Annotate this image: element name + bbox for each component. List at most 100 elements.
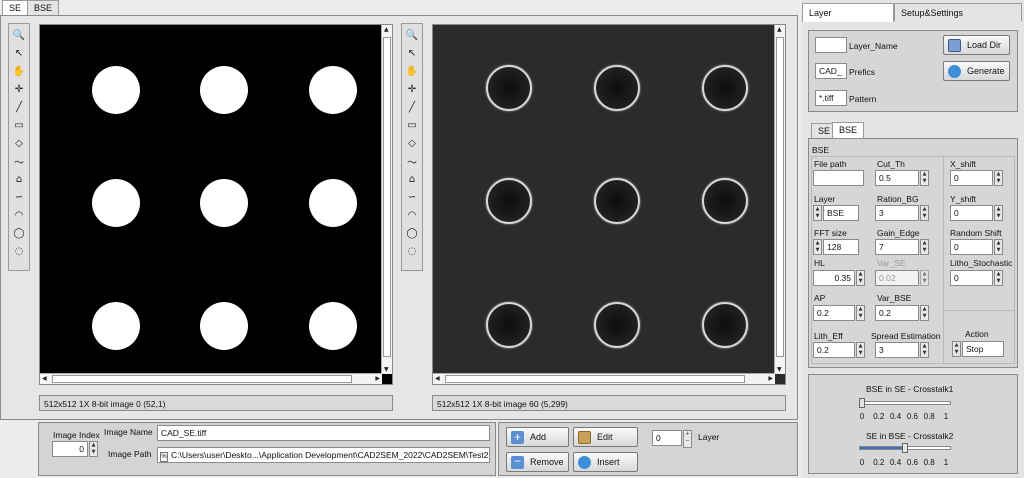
x-shift-spinner[interactable]: ▲ ▼ — [994, 170, 1003, 186]
spread-estimation-input[interactable]: 3 — [875, 342, 919, 358]
rectangle-icon[interactable]: ▭ — [10, 117, 28, 134]
action-select[interactable]: Stop — [962, 341, 1004, 357]
hl-spinner[interactable]: ▲ ▼ — [856, 270, 865, 286]
ap-input[interactable]: 0.2 — [813, 305, 855, 321]
random-shift-spinner[interactable]: ▲ ▼ — [994, 239, 1003, 255]
slider-tick-label: 0.6 — [906, 458, 918, 467]
var-bse-spinner[interactable]: ▲ ▼ — [920, 305, 929, 321]
polygon-icon[interactable]: ⌂ — [10, 171, 28, 188]
polygon-icon[interactable]: ⌂ — [403, 171, 421, 188]
pointer-icon[interactable]: ↖ — [10, 45, 28, 62]
pattern-dot — [92, 302, 140, 350]
crosshair-icon[interactable]: ✛ — [403, 81, 421, 98]
path-icon: % — [160, 452, 168, 462]
pattern-input[interactable]: *.tiff — [815, 90, 847, 106]
lith-eff-input[interactable]: 0.2 — [813, 342, 855, 358]
left-image-viewer[interactable]: ▲ ▼ ◀ ▶ — [39, 24, 393, 385]
y-shift-input[interactable]: 0 — [950, 205, 993, 221]
action-spinner[interactable]: ▲ ▼ — [952, 341, 961, 357]
pattern-dot — [594, 178, 640, 224]
right-horizontal-scrollbar[interactable]: ◀ ▶ — [433, 373, 775, 384]
litho-stochastic-input[interactable]: 0 — [950, 270, 993, 286]
rectangle-icon[interactable]: ▭ — [403, 117, 421, 134]
ap-spinner[interactable]: ▲ ▼ — [856, 305, 865, 321]
edit-button[interactable]: Edit — [573, 427, 638, 447]
y-shift-label: Y_shift — [950, 194, 976, 204]
pointer-icon[interactable]: ↖ — [403, 45, 421, 62]
pattern-dot — [309, 179, 357, 227]
se-in-bse-slider-thumb[interactable] — [902, 443, 908, 453]
left-vertical-scrollbar[interactable]: ▲ ▼ — [381, 25, 392, 374]
layer-index-input[interactable]: 0 — [652, 430, 682, 446]
param-tab-bse[interactable]: BSE — [832, 122, 865, 138]
freehand-icon[interactable]: 〜 — [403, 153, 421, 170]
zoom-icon[interactable]: 🔍 — [403, 27, 421, 44]
layer-param-spinner[interactable]: ▲ ▼ — [813, 205, 822, 221]
layer-param-input[interactable]: BSE — [823, 205, 859, 221]
bse-in-se-slider-thumb[interactable] — [858, 398, 865, 408]
rotated-rect-icon[interactable]: ◇ — [10, 135, 28, 152]
cut-th-input[interactable]: 0.5 — [875, 170, 919, 186]
oval-icon[interactable]: ◯ — [403, 225, 421, 242]
var-bse-input[interactable]: 0.2 — [875, 305, 919, 321]
oval-icon[interactable]: ◯ — [10, 225, 28, 242]
right-image-viewer[interactable]: ▲ ▼ ◀ ▶ — [432, 24, 786, 385]
freehand-icon[interactable]: 〜 — [10, 153, 28, 170]
lith-eff-spinner[interactable]: ▲ ▼ — [856, 342, 865, 358]
hl-input[interactable]: 0.35 — [813, 270, 855, 286]
tab-layer[interactable]: Layer — [802, 3, 894, 22]
tab-setup-settings[interactable]: Setup&Settings — [894, 3, 1022, 21]
ration-bg-input[interactable]: 3 — [875, 205, 919, 221]
image-index-input[interactable]: 0 — [52, 441, 88, 457]
insert-button[interactable]: Insert — [573, 452, 638, 472]
cut-th-spinner[interactable]: ▲ ▼ — [920, 170, 929, 186]
layer-index-spinner[interactable]: + − — [683, 430, 692, 448]
layer-param-label: Layer — [814, 194, 836, 204]
image-name-field[interactable]: CAD_SE.tiff — [157, 425, 490, 441]
line-icon[interactable]: ╱ — [403, 99, 421, 116]
y-shift-spinner[interactable]: ▲ ▼ — [994, 205, 1003, 221]
right-image-status: 512x512 1X 8-bit image 60 (5,299) — [432, 395, 786, 411]
file-path-input[interactable] — [813, 170, 864, 186]
hand-icon[interactable]: ✋ — [403, 63, 421, 80]
crosshair-icon[interactable]: ✛ — [10, 81, 28, 98]
polyline-icon[interactable]: ∽ — [10, 189, 28, 206]
ration-bg-spinner[interactable]: ▲ ▼ — [920, 205, 929, 221]
spread-estimation-spinner[interactable]: ▲ ▼ — [920, 342, 929, 358]
freeform-icon[interactable]: ◠ — [403, 207, 421, 224]
layer-name-input[interactable] — [815, 37, 847, 53]
left-image-status: 512x512 1X 8-bit image 0 (52,1) — [39, 395, 393, 411]
random-shift-input[interactable]: 0 — [950, 239, 993, 255]
pattern-dot — [702, 65, 748, 111]
rotated-rect-icon[interactable]: ◇ — [403, 135, 421, 152]
gain-edge-spinner[interactable]: ▲ ▼ — [920, 239, 929, 255]
right-vertical-scrollbar[interactable]: ▲ ▼ — [774, 25, 785, 374]
gain-edge-input[interactable]: 7 — [875, 239, 919, 255]
image-path-value: C:\Users\user\Deskto...\Application Deve… — [171, 450, 489, 460]
left-horizontal-scrollbar[interactable]: ◀ ▶ — [40, 373, 382, 384]
pattern-dot — [486, 178, 532, 224]
bse-in-se-slider-track[interactable] — [859, 401, 951, 405]
zoom-icon[interactable]: 🔍 — [10, 27, 28, 44]
tab-bse[interactable]: BSE — [27, 0, 60, 15]
x-shift-input[interactable]: 0 — [950, 170, 993, 186]
add-button[interactable]: + Add — [506, 427, 569, 447]
image-path-field[interactable]: % C:\Users\user\Deskto...\Application Dev… — [157, 447, 490, 463]
minus-icon: − — [511, 455, 524, 469]
fft-size-input[interactable]: 128 — [823, 239, 859, 255]
prefics-input[interactable]: CAD_ — [815, 63, 847, 79]
annulus-icon[interactable]: ◌ — [10, 243, 28, 260]
load-dir-button[interactable]: Load Dir — [943, 35, 1010, 55]
litho-stochastic-spinner[interactable]: ▲ ▼ — [994, 270, 1003, 286]
image-index-spinner[interactable]: ▲ ▼ — [89, 441, 98, 457]
slider-tick-label: 0.4 — [890, 458, 902, 467]
hand-icon[interactable]: ✋ — [10, 63, 28, 80]
generate-button[interactable]: Generate — [943, 61, 1010, 81]
annulus-icon[interactable]: ◌ — [403, 243, 421, 260]
line-icon[interactable]: ╱ — [10, 99, 28, 116]
fft-size-spinner[interactable]: ▲ ▼ — [813, 239, 822, 255]
remove-button[interactable]: − Remove — [506, 452, 569, 472]
polyline-icon[interactable]: ∽ — [403, 189, 421, 206]
tab-se[interactable]: SE — [2, 0, 29, 16]
freeform-icon[interactable]: ◠ — [10, 207, 28, 224]
